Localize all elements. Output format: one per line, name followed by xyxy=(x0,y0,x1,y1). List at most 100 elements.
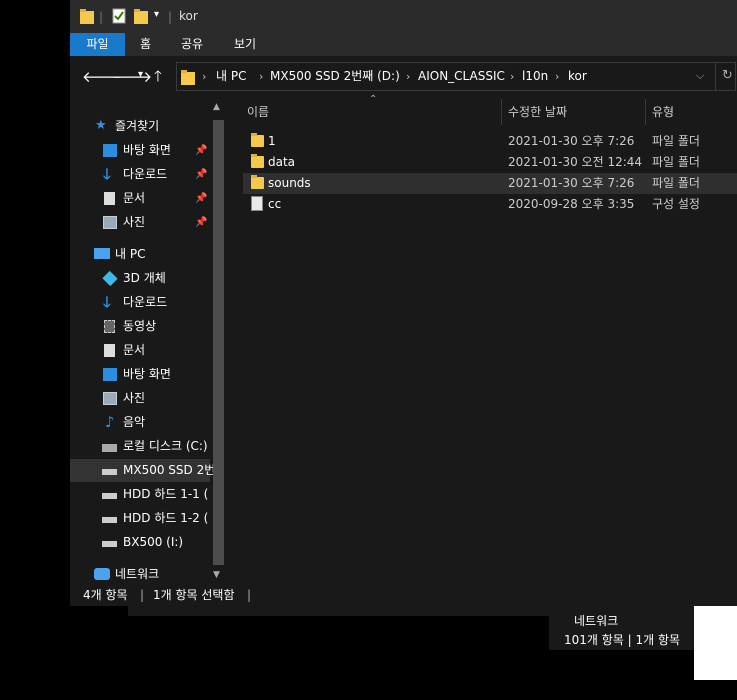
nav-quick-access[interactable]: ★ 즐겨찾기 xyxy=(70,115,210,138)
windows-drive-icon xyxy=(102,444,117,452)
download-arrow-icon: 🡓 xyxy=(103,293,111,311)
status-bar: 4개 항목 | 1개 항목 선택함 | xyxy=(70,585,737,606)
breadcrumb-aion-classic[interactable]: AION_CLASSIC xyxy=(418,63,505,90)
nav-mx500-ssd-d[interactable]: MX500 SSD 2번 xyxy=(70,459,215,482)
breadcrumb-drive[interactable]: MX500 SSD 2번째 (D:) xyxy=(270,63,400,90)
nav-quick-desktop[interactable]: 바탕 화면 📌 xyxy=(70,139,210,162)
column-divider[interactable] xyxy=(645,99,646,125)
column-divider[interactable] xyxy=(501,99,502,125)
nav-3d-objects[interactable]: 3D 개체 xyxy=(70,267,210,290)
nav-quick-documents[interactable]: 문서 📌 xyxy=(70,187,210,210)
scroll-down-icon[interactable]: ▼ xyxy=(213,570,220,580)
nav-pictures[interactable]: 사진 xyxy=(70,387,210,410)
sort-ascending-icon: ⌃ xyxy=(369,94,378,105)
nav-desktop[interactable]: 바탕 화면 xyxy=(70,363,210,386)
video-icon xyxy=(104,320,115,333)
desktop-icon xyxy=(103,144,117,157)
quick-access-toolbar-dropdown-icon[interactable]: ▾ xyxy=(154,9,159,20)
computer-icon xyxy=(94,248,110,259)
background-status-text: 101개 항목 | 1개 항목 xyxy=(564,633,681,647)
item-count: 4개 항목 xyxy=(83,588,128,602)
navigation-scrollbar-thumb[interactable] xyxy=(213,120,224,565)
background-network-label: 네트워크 xyxy=(574,614,619,628)
separator: | xyxy=(140,588,145,602)
breadcrumb-chevron-icon[interactable]: › xyxy=(259,63,263,90)
tab-view[interactable]: 보기 xyxy=(219,33,271,56)
file-row[interactable]: cc 2020-09-28 오후 3:35 구성 설정 xyxy=(243,194,737,215)
ribbon-tabs: 파일 홈 공유 보기 xyxy=(70,33,737,56)
breadcrumb-chevron-icon[interactable]: › xyxy=(202,63,206,90)
document-icon xyxy=(104,344,115,357)
address-bar[interactable]: › 내 PC › MX500 SSD 2번째 (D:) › AION_CLASS… xyxy=(176,62,736,91)
picture-icon xyxy=(103,216,117,229)
star-icon: ★ xyxy=(95,118,107,133)
nav-network[interactable]: 네트워크 xyxy=(70,563,210,586)
nav-local-disk-c[interactable]: 로컬 디스크 (C:) xyxy=(70,435,210,458)
folder-icon xyxy=(80,8,94,24)
address-row: 🡐 🡒 ▾ 🡑 › 내 PC › MX500 SSD 2번째 (D:) › AI… xyxy=(70,56,737,97)
desktop-icon xyxy=(103,368,117,381)
refresh-icon[interactable]: ↻ xyxy=(722,68,733,83)
pin-icon: 📌 xyxy=(195,169,208,180)
breadcrumb-chevron-icon[interactable]: › xyxy=(406,63,410,90)
up-arrow-icon[interactable]: 🡑 xyxy=(154,66,162,91)
divider xyxy=(715,63,716,90)
config-file-icon xyxy=(251,196,263,211)
breadcrumb-chevron-icon[interactable]: › xyxy=(555,63,559,90)
recent-locations-chevron-icon[interactable]: ▾ xyxy=(138,69,143,80)
drive-icon xyxy=(102,517,117,523)
breadcrumb-chevron-icon[interactable]: › xyxy=(510,63,514,90)
breadcrumb-this-pc[interactable]: 내 PC xyxy=(216,63,246,90)
drive-icon xyxy=(102,469,117,475)
folder-icon xyxy=(251,133,264,147)
background-window xyxy=(694,606,737,680)
tab-share[interactable]: 공유 xyxy=(166,33,218,56)
properties-icon[interactable] xyxy=(112,8,126,24)
folder-icon xyxy=(181,69,195,85)
nav-quick-downloads[interactable]: 🡓 다운로드 📌 xyxy=(70,163,210,186)
tab-home[interactable]: 홈 xyxy=(125,33,166,56)
nav-music[interactable]: ♪ 음악 xyxy=(70,411,210,434)
column-header-modified[interactable]: 수정한 날짜 xyxy=(508,97,567,127)
drive-icon xyxy=(102,493,117,499)
document-icon xyxy=(104,192,115,205)
breadcrumb-l10n[interactable]: l10n xyxy=(522,63,548,90)
breadcrumb-kor[interactable]: kor xyxy=(568,63,587,90)
selection-count: 1개 항목 선택함 xyxy=(153,588,235,602)
file-row[interactable]: 1 2021-01-30 오후 7:26 파일 폴더 xyxy=(243,131,737,152)
separator: | xyxy=(247,588,252,602)
forward-arrow-icon[interactable]: 🡒 xyxy=(112,67,152,86)
picture-icon xyxy=(103,392,117,405)
file-explorer-window: | ▾ | kor 파일 홈 공유 보기 🡐 🡒 ▾ 🡑 › 내 PC › MX… xyxy=(70,0,737,606)
pin-icon: 📌 xyxy=(195,145,208,156)
separator: | xyxy=(168,10,173,24)
nav-bx500-i[interactable]: BX500 (I:) xyxy=(70,531,210,554)
navigation-pane: ▲ ★ 즐겨찾기 바탕 화면 📌 🡓 다운로드 📌 문서 📌 사진 📌 내 PC… xyxy=(70,97,228,585)
new-folder-icon[interactable] xyxy=(134,8,148,24)
nav-downloads[interactable]: 🡓 다운로드 xyxy=(70,291,210,314)
title-bar: | ▾ | kor xyxy=(70,0,737,33)
nav-hdd-1-1[interactable]: HDD 하드 1-1 ( xyxy=(70,483,210,506)
pin-icon: 📌 xyxy=(195,217,208,228)
nav-this-pc[interactable]: 내 PC xyxy=(70,243,210,266)
scroll-up-icon[interactable]: ▲ xyxy=(213,102,220,112)
nav-videos[interactable]: 동영상 xyxy=(70,315,210,338)
network-icon xyxy=(94,568,110,580)
music-note-icon: ♪ xyxy=(105,413,115,431)
file-list: ⌃ 이름 수정한 날짜 유형 1 2021-01-30 오후 7:26 파일 폴… xyxy=(229,94,737,585)
drive-icon xyxy=(102,541,117,547)
nav-documents[interactable]: 문서 xyxy=(70,339,210,362)
address-dropdown-chevron-icon[interactable]: ⌵ xyxy=(696,69,704,83)
folder-icon xyxy=(251,154,264,168)
folder-icon xyxy=(251,175,264,189)
file-row[interactable]: data 2021-01-30 오전 12:44 파일 폴더 xyxy=(243,152,737,173)
file-row[interactable]: sounds 2021-01-30 오후 7:26 파일 폴더 xyxy=(243,173,737,194)
nav-quick-pictures[interactable]: 사진 📌 xyxy=(70,211,210,234)
column-header-name[interactable]: 이름 xyxy=(247,97,269,127)
separator: | xyxy=(99,10,104,24)
pin-icon: 📌 xyxy=(195,193,208,204)
window-title: kor xyxy=(179,9,198,23)
tab-file[interactable]: 파일 xyxy=(70,33,125,56)
column-header-type[interactable]: 유형 xyxy=(652,97,674,127)
nav-hdd-1-2[interactable]: HDD 하드 1-2 ( xyxy=(70,507,210,530)
